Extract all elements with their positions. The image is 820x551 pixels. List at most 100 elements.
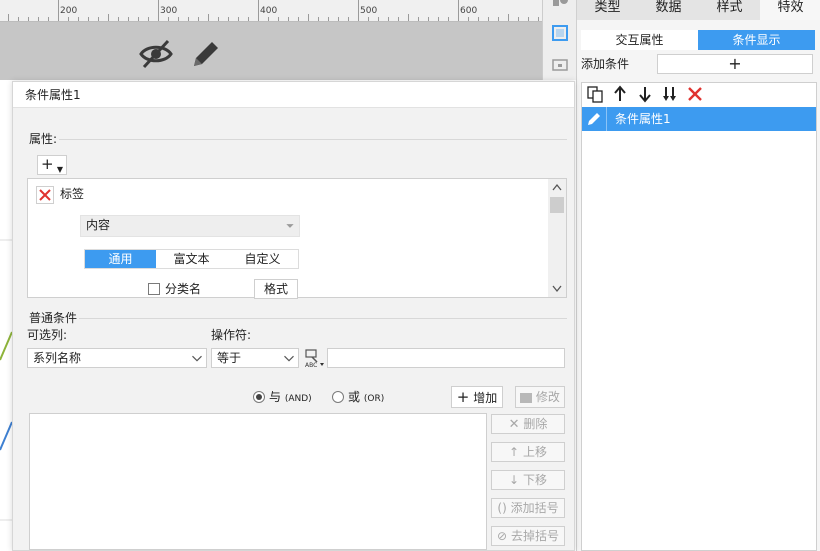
design-canvas: 200 300 400 500 600 xyxy=(0,0,542,80)
content-select-value: 内容 xyxy=(86,218,111,232)
arrow-up-icon[interactable] xyxy=(611,85,629,103)
properties-label: 属性: xyxy=(27,130,60,147)
ruler-tick xyxy=(358,0,359,21)
ruler-label: 500 xyxy=(360,6,378,16)
scroll-down-icon[interactable] xyxy=(552,285,562,293)
modify-button-label: 修改 xyxy=(535,390,560,404)
settings-icon[interactable] xyxy=(550,0,570,14)
category-name-checkbox[interactable] xyxy=(148,283,160,295)
move-down-button[interactable]: ↓ 下移 xyxy=(491,470,565,490)
frame-select-icon[interactable] xyxy=(550,23,570,43)
ruler-tick xyxy=(208,14,209,21)
ruler-tick xyxy=(58,0,59,21)
content-select[interactable]: 内容 xyxy=(80,215,300,237)
hide-eye-icon[interactable] xyxy=(138,36,174,72)
ruler-label: 600 xyxy=(460,6,478,16)
widget-icon[interactable] xyxy=(550,55,570,75)
condition-list: 条件属性1 xyxy=(581,82,817,551)
svg-text:ABC: ABC xyxy=(305,362,317,369)
add-condition-row-button[interactable]: + 增加 xyxy=(451,386,503,408)
move-up-label: 上移 xyxy=(522,445,547,459)
column-select[interactable]: 系列名称 xyxy=(27,348,207,368)
tab-effects[interactable]: 特效 xyxy=(760,0,820,20)
panel-tabs: 类型 数据 样式 特效 xyxy=(577,0,820,20)
condition-item-label: 条件属性1 xyxy=(615,112,671,126)
segment-custom[interactable]: 自定义 xyxy=(227,250,298,268)
condition-list-toolbar xyxy=(582,83,816,105)
arrow-up-icon: ↑ xyxy=(509,445,520,459)
radio-and-text: 与 xyxy=(269,390,282,404)
format-segmented-control: 通用 富文本 自定义 xyxy=(84,249,299,269)
condition-list-item[interactable]: 条件属性1 xyxy=(582,107,816,131)
value-type-icon[interactable]: ABC xyxy=(303,347,325,369)
tab-type[interactable]: 类型 xyxy=(577,0,638,20)
ruler-label: 400 xyxy=(260,6,278,16)
move-up-button[interactable]: ↑ 上移 xyxy=(491,442,565,462)
move-to-bottom-icon[interactable] xyxy=(661,85,679,103)
edit-pencil-icon[interactable] xyxy=(586,111,602,127)
subtab-condition-display[interactable]: 条件显示 xyxy=(698,30,815,50)
property-name: 标签 xyxy=(60,187,85,201)
operator-select[interactable]: 等于 xyxy=(211,348,299,368)
add-condition-button[interactable]: + xyxy=(657,54,813,74)
operator-select-value: 等于 xyxy=(217,351,242,365)
chevron-down-icon xyxy=(188,349,206,367)
remove-bracket-label: 去掉括号 xyxy=(510,529,559,543)
remove-bracket-button[interactable]: ⊘ 去掉括号 xyxy=(491,526,565,546)
segment-rich-text[interactable]: 富文本 xyxy=(156,250,227,268)
scrollbar-thumb[interactable] xyxy=(550,197,564,213)
close-icon: ✕ xyxy=(508,417,520,432)
bracket-icon: () xyxy=(497,501,507,515)
format-button[interactable]: 格式 xyxy=(254,279,298,299)
ruler-tick xyxy=(258,0,259,21)
radio-and-label: 与 (AND) xyxy=(269,389,312,407)
effect-subtabs: 交互属性 条件显示 xyxy=(581,30,815,50)
arrow-down-icon[interactable] xyxy=(636,85,654,103)
move-down-label: 下移 xyxy=(522,473,547,487)
dialog-title: 条件属性1 xyxy=(13,82,574,108)
modify-icon xyxy=(520,392,533,403)
add-property-button[interactable]: + ▼ xyxy=(37,155,67,175)
radio-and[interactable] xyxy=(253,391,265,403)
property-list: 标签 内容 通用 富文本 自定义 分类名 格式 xyxy=(27,178,567,299)
subtab-interaction[interactable]: 交互属性 xyxy=(581,30,698,50)
add-button-label: 增加 xyxy=(473,391,498,405)
operator-label: 操作符: xyxy=(211,328,252,342)
vertical-scrollbar[interactable] xyxy=(548,179,566,297)
radio-or-sub: (OR) xyxy=(363,394,385,404)
radio-or[interactable] xyxy=(332,391,344,403)
group-divider xyxy=(27,139,567,140)
segment-general[interactable]: 通用 xyxy=(85,250,156,268)
category-name-label: 分类名 xyxy=(165,282,202,296)
canvas-overlay xyxy=(0,22,542,80)
delete-x-icon[interactable] xyxy=(36,186,54,204)
edit-pencil-icon[interactable] xyxy=(188,36,224,72)
condition-expression-list[interactable] xyxy=(29,413,487,550)
tab-style[interactable]: 样式 xyxy=(699,0,760,20)
ruler-tick xyxy=(408,14,409,21)
ruler-tick xyxy=(8,14,9,21)
group-divider xyxy=(27,318,567,319)
modify-button[interactable]: 修改 xyxy=(515,386,565,408)
scroll-up-icon[interactable] xyxy=(552,183,562,191)
ruler-tick xyxy=(158,0,159,21)
add-bracket-button[interactable]: () 添加括号 xyxy=(491,498,565,518)
copy-icon[interactable] xyxy=(586,85,604,103)
tab-data[interactable]: 数据 xyxy=(638,0,699,20)
delete-button[interactable]: ✕ 删除 xyxy=(491,414,565,434)
ruler-tick xyxy=(508,14,509,21)
ruler-label: 200 xyxy=(60,6,78,16)
condition-properties-dialog: 条件属性1 属性: + ▼ 标签 内容 通用 富文本 自定义 分类名 格式 普通… xyxy=(12,81,575,551)
delete-x-icon[interactable] xyxy=(686,85,704,103)
add-condition-label: 添加条件 xyxy=(581,57,630,71)
arrow-down-icon: ↓ xyxy=(509,473,520,487)
normal-conditions-label: 普通条件 xyxy=(27,309,80,326)
remove-bracket-icon: ⊘ xyxy=(497,529,508,543)
condition-value-input[interactable] xyxy=(327,348,565,368)
chevron-down-icon xyxy=(286,224,294,228)
column-label: 可选列: xyxy=(27,328,68,342)
radio-or-text: 或 xyxy=(348,390,361,404)
radio-and-sub: (AND) xyxy=(284,394,312,404)
ruler-tick xyxy=(108,14,109,21)
right-panel: 类型 数据 样式 特效 交互属性 条件显示 添加条件 + 条件属性1 xyxy=(576,0,820,551)
